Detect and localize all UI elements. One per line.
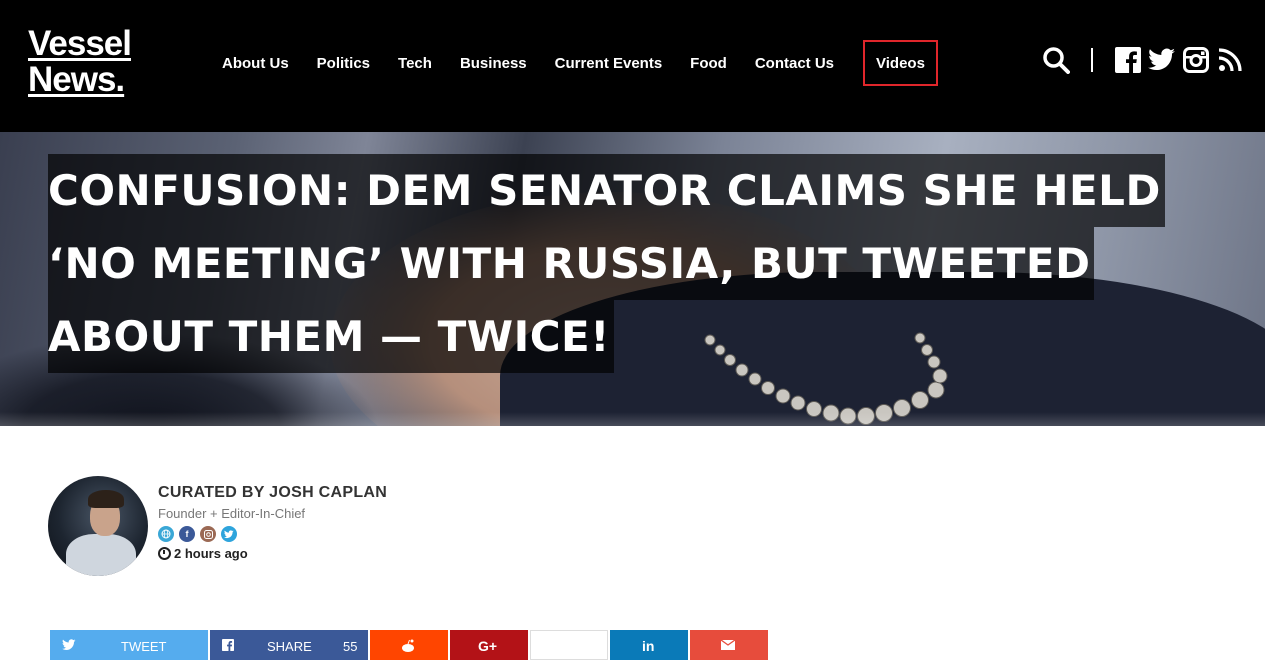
headline-line-3: ABOUT THEM — TWICE! xyxy=(48,300,614,373)
hero-fade xyxy=(0,412,1265,426)
tweet-button[interactable]: TWEET xyxy=(50,630,208,660)
facebook-icon[interactable] xyxy=(1113,45,1143,75)
clock-icon xyxy=(158,547,171,560)
globe-icon[interactable] xyxy=(158,526,174,542)
tweet-label: TWEET xyxy=(121,639,167,654)
reddit-share-button[interactable] xyxy=(370,630,448,660)
rss-icon[interactable] xyxy=(1215,45,1245,75)
logo-line-2: News. xyxy=(28,60,125,99)
post-time-text: 2 hours ago xyxy=(174,546,248,561)
reddit-icon xyxy=(402,639,414,652)
avatar[interactable] xyxy=(48,476,148,576)
facebook-share-button[interactable]: SHARE 55 xyxy=(210,630,368,660)
search-icon[interactable] xyxy=(1041,45,1071,75)
share-count: 55 xyxy=(343,639,358,654)
nav-item-food[interactable]: Food xyxy=(676,40,741,86)
share-button-blank[interactable] xyxy=(530,630,608,660)
nav-item-tech[interactable]: Tech xyxy=(384,40,446,86)
headline-line-2: ‘NO MEETING’ WITH RUSSIA, BUT TWEETED xyxy=(48,227,1095,300)
site-logo[interactable]: Vessel News. xyxy=(28,24,132,99)
header-icons xyxy=(1037,44,1245,76)
header-divider xyxy=(1091,48,1093,72)
hero-image: CONFUSION: DEM SENATOR CLAIMS SHE HELD ‘… xyxy=(0,132,1265,426)
twitter-icon[interactable] xyxy=(1147,45,1177,75)
headline-line-1: CONFUSION: DEM SENATOR CLAIMS SHE HELD xyxy=(48,154,1165,227)
main-nav: About Us Politics Tech Business Current … xyxy=(208,40,938,86)
instagram-icon[interactable] xyxy=(1181,45,1211,75)
author-role: Founder + Editor-In-Chief xyxy=(158,506,306,521)
instagram-icon[interactable] xyxy=(200,526,216,542)
nav-item-contact-us[interactable]: Contact Us xyxy=(741,40,848,86)
site-header: Vessel News. About Us Politics Tech Busi… xyxy=(0,0,1265,132)
post-time: 2 hours ago xyxy=(158,546,558,561)
avatar-body-shape xyxy=(66,534,136,576)
author-name[interactable]: CURATED BY JOSH CAPLAN xyxy=(158,484,558,502)
nav-item-business[interactable]: Business xyxy=(446,40,541,86)
facebook-icon xyxy=(222,639,234,651)
author-social-links: f xyxy=(158,526,558,542)
nav-item-videos[interactable]: Videos xyxy=(863,40,938,86)
facebook-icon[interactable]: f xyxy=(179,526,195,542)
google-plus-icon: G+ xyxy=(478,638,498,654)
article-headline: CONFUSION: DEM SENATOR CLAIMS SHE HELD ‘… xyxy=(48,154,1168,373)
email-icon xyxy=(721,640,735,650)
linkedin-share-button[interactable]: in xyxy=(610,630,688,660)
google-plus-share-button[interactable]: G+ xyxy=(450,630,528,660)
logo-line-1: Vessel xyxy=(28,24,132,63)
nav-item-about-us[interactable]: About Us xyxy=(208,40,303,86)
twitter-icon xyxy=(62,639,76,651)
avatar-hair-shape xyxy=(88,490,124,508)
linkedin-icon: in xyxy=(642,638,655,654)
twitter-icon[interactable] xyxy=(221,526,237,542)
nav-item-politics[interactable]: Politics xyxy=(303,40,384,86)
share-label: SHARE xyxy=(267,639,312,654)
email-share-button[interactable] xyxy=(690,630,768,660)
author-info: CURATED BY JOSH CAPLAN Founder + Editor-… xyxy=(158,484,558,561)
nav-item-current-events[interactable]: Current Events xyxy=(541,40,677,86)
share-bar: TWEET SHARE 55 G+ in xyxy=(50,630,770,660)
